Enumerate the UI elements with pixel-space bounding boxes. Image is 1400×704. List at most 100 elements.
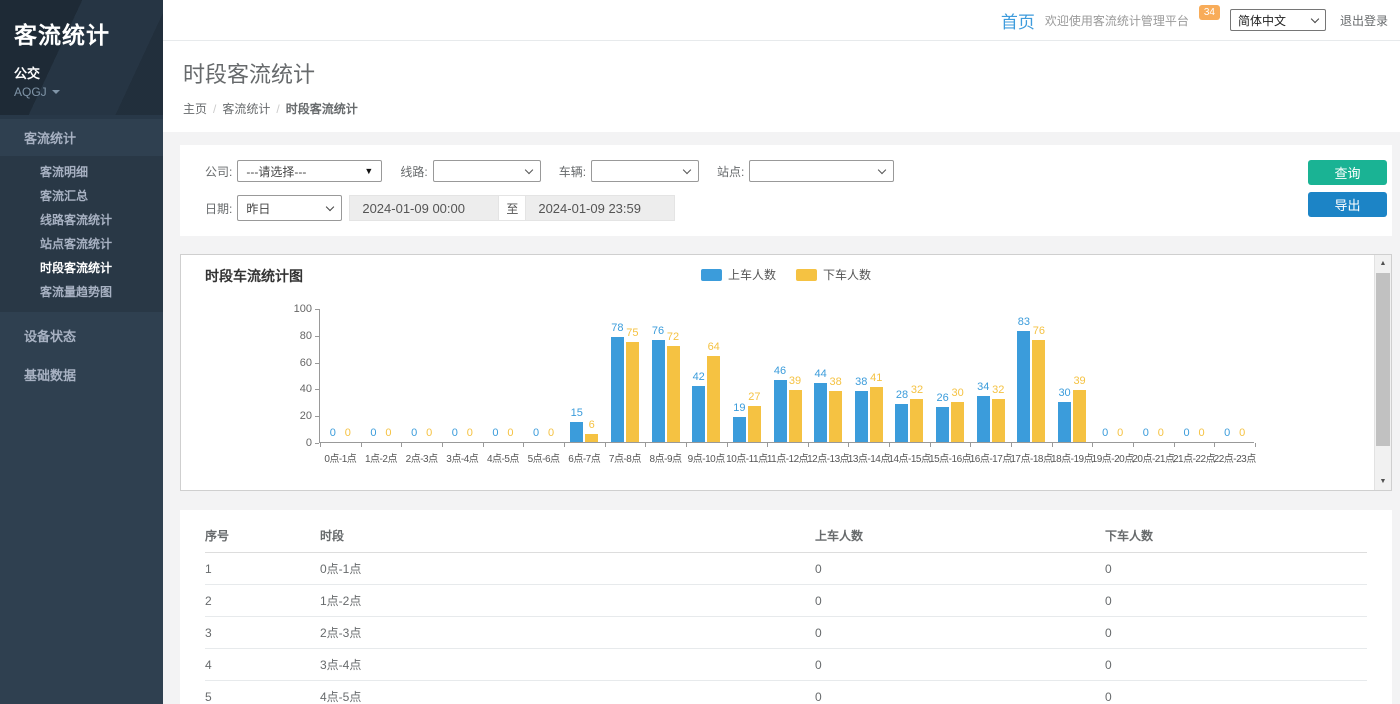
x-axis-tick	[645, 443, 646, 447]
legend-item-alighting[interactable]: 下车人数	[796, 266, 871, 283]
bar-boarding	[936, 407, 949, 442]
bar-value-label: 38	[830, 376, 842, 388]
table-cell: 0	[1105, 649, 1367, 681]
scrollbar-down-arrow-icon[interactable]: ▼	[1375, 473, 1391, 490]
bar-value-label: 28	[896, 389, 908, 401]
x-axis-category-label: 1点-2点	[365, 450, 397, 465]
table-cell: 0	[1105, 681, 1367, 704]
x-axis-category-label: 20点-21点	[1132, 450, 1174, 465]
sidebar-subitem[interactable]: 客流汇总	[0, 184, 163, 208]
time-slot-table: 序号时段上车人数下车人数 10点-1点0021点-2点0032点-3点0043点…	[205, 518, 1367, 704]
table-cell: 5	[205, 681, 320, 704]
sidebar-item[interactable]: 基础数据	[0, 355, 163, 394]
bar-value-label: 0	[345, 427, 351, 439]
home-link[interactable]: 首页	[1001, 8, 1035, 33]
table-row: 21点-2点00	[205, 585, 1367, 617]
station-label: 站点:	[717, 163, 744, 180]
bar-value-label: 64	[708, 341, 720, 353]
x-axis-category-label: 21点-22点	[1173, 450, 1215, 465]
x-axis-tick	[970, 443, 971, 447]
bar-boarding	[977, 396, 990, 442]
filter-panel: 公司: ---请选择--- ▼ 线路: 车辆: 站点:	[180, 145, 1392, 236]
bar-value-label: 0	[452, 427, 458, 439]
bar-alighting	[789, 390, 802, 442]
bar-value-label: 78	[611, 322, 623, 334]
sidebar-subitem[interactable]: 客流量趋势图	[0, 280, 163, 304]
table-cell: 0	[815, 585, 1105, 617]
sidebar-submenu: 客流明细客流汇总线路客流统计站点客流统计时段客流统计客流量趋势图	[0, 156, 163, 312]
user-name: AQGJ	[14, 85, 47, 99]
bar-value-label: 0	[426, 427, 432, 439]
chevron-down-icon	[878, 165, 886, 173]
x-axis-category-label: 15点-16点	[929, 450, 971, 465]
x-axis-tick	[686, 443, 687, 447]
x-axis-tick	[442, 443, 443, 447]
legend-item-boarding[interactable]: 上车人数	[701, 266, 776, 283]
filter-row-2: 日期: 昨日 2024-01-09 00:00 至 2024-01-09 23:…	[205, 195, 1272, 221]
breadcrumb-section[interactable]: 客流统计	[222, 102, 270, 116]
sidebar-subitem[interactable]: 时段客流统计	[0, 256, 163, 280]
table-cell: 0	[1105, 617, 1367, 649]
bar-value-label: 0	[370, 427, 376, 439]
sidebar-subitem[interactable]: 线路客流统计	[0, 208, 163, 232]
sidebar-subitem[interactable]: 站点客流统计	[0, 232, 163, 256]
bar-value-label: 0	[1239, 427, 1245, 439]
bar-value-label: 76	[1033, 325, 1045, 337]
table-row: 43点-4点00	[205, 649, 1367, 681]
content: 公司: ---请选择--- ▼ 线路: 车辆: 站点:	[163, 132, 1400, 704]
line-label: 线路:	[400, 163, 427, 180]
x-axis-category-label: 14点-15点	[888, 450, 930, 465]
sidebar-other-items: 设备状态基础数据	[0, 316, 163, 394]
y-axis-tick	[315, 363, 319, 364]
y-axis-tick-label: 0	[280, 437, 312, 449]
bar-boarding	[855, 391, 868, 442]
station-select[interactable]	[749, 160, 894, 182]
x-axis-tick	[1214, 443, 1215, 447]
welcome-text: 欢迎使用客流统计管理平台	[1045, 12, 1189, 29]
line-select[interactable]	[433, 160, 541, 182]
table-cell: 4	[205, 649, 320, 681]
chevron-down-icon	[326, 202, 334, 210]
table-cell: 0	[815, 649, 1105, 681]
user-dropdown[interactable]: AQGJ	[14, 85, 149, 99]
y-axis-tick	[315, 309, 319, 310]
bar-value-label: 32	[992, 384, 1004, 396]
main-area: 首页 欢迎使用客流统计管理平台 34 简体中文 退出登录 时段客流统计 主页/客…	[163, 0, 1400, 704]
bar-value-label: 0	[548, 427, 554, 439]
y-axis-tick-label: 60	[280, 357, 312, 369]
language-select[interactable]: 简体中文	[1230, 9, 1326, 31]
x-axis-category-label: 18点-19点	[1051, 450, 1093, 465]
table-row: 54点-5点00	[205, 681, 1367, 704]
date-preset-select[interactable]: 昨日	[237, 195, 342, 221]
export-button[interactable]: 导出	[1308, 192, 1387, 217]
sidebar-item[interactable]: 设备状态	[0, 316, 163, 355]
filter-row-1: 公司: ---请选择--- ▼ 线路: 车辆: 站点:	[205, 160, 1272, 182]
x-axis-tick	[727, 443, 728, 447]
breadcrumb-home[interactable]: 主页	[183, 102, 207, 116]
bar-alighting	[626, 342, 639, 443]
vehicle-select[interactable]	[591, 160, 699, 182]
table-header-cell: 序号	[205, 518, 320, 553]
bar-value-label: 27	[748, 391, 760, 403]
bar-alighting	[910, 399, 923, 442]
scrollbar-thumb[interactable]	[1376, 273, 1390, 446]
date-to-input[interactable]: 2024-01-09 23:59	[525, 195, 675, 221]
x-axis-tick	[605, 443, 606, 447]
date-from-input[interactable]: 2024-01-09 00:00	[349, 195, 499, 221]
sidebar: 客流统计 公交 AQGJ 客流统计 客流明细客流汇总线路客流统计站点客流统计时段…	[0, 0, 163, 704]
x-axis-category-label: 17点-18点	[1010, 450, 1052, 465]
x-axis-tick	[808, 443, 809, 447]
sidebar-subitem[interactable]: 客流明细	[0, 160, 163, 184]
chart-scrollbar[interactable]: ▲ ▼	[1374, 255, 1391, 490]
table-cell: 0	[815, 553, 1105, 585]
table-cell: 1点-2点	[320, 585, 815, 617]
logout-link[interactable]: 退出登录	[1340, 12, 1388, 29]
bar-value-label: 0	[385, 427, 391, 439]
scrollbar-up-arrow-icon[interactable]: ▲	[1375, 255, 1391, 272]
search-button[interactable]: 查询	[1308, 160, 1387, 185]
table-body: 10点-1点0021点-2点0032点-3点0043点-4点0054点-5点00…	[205, 553, 1367, 704]
bar-boarding	[692, 386, 705, 442]
sidebar-item-passenger-stats[interactable]: 客流统计	[0, 115, 163, 156]
company-select[interactable]: ---请选择--- ▼	[237, 160, 382, 182]
notification-badge[interactable]: 34	[1199, 5, 1220, 20]
